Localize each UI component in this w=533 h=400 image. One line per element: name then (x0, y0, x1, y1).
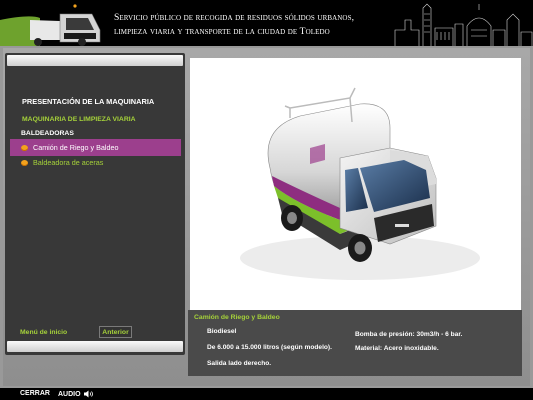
sidebar-item-label: Camión de Riego y Baldeo (33, 143, 119, 152)
product-image-area (190, 58, 521, 310)
cerrar-button[interactable]: CERRAR (20, 390, 50, 397)
audio-label: AUDIO (58, 390, 81, 398)
spec-pump: Bomba de presión: 30m3/h - 6 bar. (355, 331, 463, 338)
sidebar-bottom-bar (7, 341, 183, 352)
info-panel: Camión de Riego y Baldeo Biodiesel De 6.… (188, 310, 522, 376)
menu-inicio-link[interactable]: Menú de inicio (20, 329, 67, 336)
sidebar-item-label: Baldeadora de aceras (33, 158, 104, 167)
header-title-line1: Servicio público de recogida de residuos… (114, 12, 355, 23)
audio-button[interactable]: AUDIO (58, 390, 94, 398)
sidebar: PRESENTACIÓN DE LA MAQUINARIA MAQUINARIA… (5, 53, 185, 355)
header-title-line2: limpieza viaria y transporte de la ciuda… (114, 26, 330, 37)
info-title: Camión de Riego y Baldeo (194, 314, 280, 321)
bullet-icon (21, 144, 28, 151)
sidebar-section: MAQUINARIA DE LIMPIEZA VIARIA (22, 116, 136, 123)
footer: CERRAR AUDIO (0, 388, 533, 400)
header-title: Servicio público de recogida de residuos… (114, 11, 414, 39)
speaker-icon (83, 390, 93, 398)
watering-truck-image (240, 87, 480, 280)
sidebar-subsection: BALDEADORAS (21, 130, 74, 137)
spec-fuel: Biodiesel (207, 328, 237, 335)
anterior-button[interactable]: Anterior (99, 326, 132, 338)
header: Servicio público de recogida de residuos… (0, 0, 533, 46)
sidebar-top-bar (7, 55, 183, 66)
spec-capacity: De 6.000 a 15.000 litros (según modelo). (207, 344, 332, 351)
logo-truck-icon (0, 4, 101, 46)
spec-outlet: Salida lado derecho. (207, 360, 272, 367)
spec-material: Material: Acero inoxidable. (355, 345, 439, 352)
toledo-skyline-icon (394, 3, 533, 46)
sidebar-item-baldeadora-aceras[interactable]: Baldeadora de aceras (10, 154, 181, 171)
main-frame: PRESENTACIÓN DE LA MAQUINARIA MAQUINARIA… (0, 46, 533, 388)
bullet-icon (21, 159, 28, 166)
sidebar-title: PRESENTACIÓN DE LA MAQUINARIA (22, 97, 155, 106)
